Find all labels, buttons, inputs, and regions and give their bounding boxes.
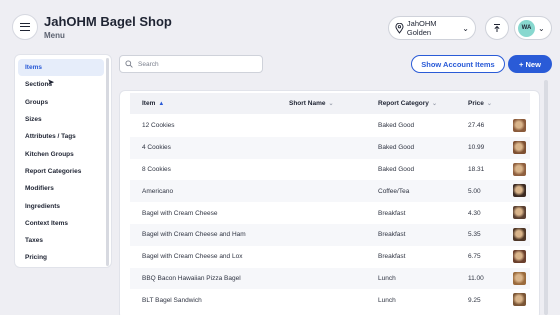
items-table: Item ▲ Short Name ⌄ Report Category ⌄ Pr… <box>119 90 540 315</box>
chevron-down-icon: ⌄ <box>538 23 545 33</box>
table-row[interactable]: Bagel with Cream Cheese and Lox Breakfas… <box>130 246 530 268</box>
chevron-down-icon: ⌄ <box>486 101 492 107</box>
item-thumbnail <box>513 184 526 198</box>
page-subtitle: Menu <box>44 31 65 40</box>
table-row[interactable]: BBQ Bacon Hawaiian Pizza Bagel Lunch 11.… <box>130 267 530 290</box>
item-thumbnail <box>513 249 526 263</box>
item-thumbnail <box>513 162 526 176</box>
sidebar-item-report-categories[interactable]: Report Categories <box>18 163 104 180</box>
table-header: Item ▲ Short Name ⌄ Report Category ⌄ Pr… <box>130 93 530 114</box>
item-thumbnail <box>513 271 526 285</box>
item-thumbnail <box>513 119 526 132</box>
chevron-down-icon: ⌄ <box>328 101 334 107</box>
item-thumbnail <box>513 293 526 307</box>
account-menu-button[interactable]: WA ⌄ <box>514 16 552 40</box>
avatar: WA <box>518 19 535 37</box>
location-select[interactable]: JahOHM Golden ⌄ <box>388 16 476 40</box>
sidebar-item-pricing[interactable]: Pricing <box>18 249 104 266</box>
item-thumbnail <box>513 228 526 241</box>
sidebar-item-taxes[interactable]: Taxes <box>18 232 104 249</box>
sidebar-item-sizes[interactable]: Sizes <box>18 111 104 128</box>
publish-button[interactable] <box>485 16 509 40</box>
page-scrollbar[interactable] <box>544 80 548 315</box>
hamburger-icon <box>20 23 30 31</box>
search-icon <box>125 60 133 68</box>
item-thumbnail <box>513 206 526 220</box>
column-header-report-category[interactable]: Report Category ⌄ <box>378 93 437 114</box>
chevron-down-icon: ⌄ <box>431 101 437 107</box>
table-row[interactable]: 12 Cookies Baked Good 27.46 <box>130 115 530 137</box>
sidebar-item-items[interactable]: Items <box>18 59 104 77</box>
chevron-down-icon: ⌄ <box>462 23 469 33</box>
sort-ascending-icon: ▲ <box>158 100 165 107</box>
sidebar-item-modifiers[interactable]: Modifiers <box>18 180 104 197</box>
item-thumbnail <box>513 140 526 154</box>
sidebar-item-groups[interactable]: Groups <box>18 94 104 111</box>
sidebar-item-ingredients[interactable]: Ingredients <box>18 197 104 214</box>
table-row[interactable]: BLT Bagel Sandwich Lunch 9.25 <box>130 289 530 311</box>
table-row[interactable]: Americano Coffee/Tea 5.00 <box>130 180 530 203</box>
new-item-button[interactable]: + New <box>508 55 552 73</box>
menu-button[interactable] <box>12 14 38 40</box>
search-input[interactable]: Search <box>119 55 263 73</box>
sidebar: Items Sections Groups Sizes Attributes /… <box>14 54 112 268</box>
sidebar-item-sections[interactable]: Sections <box>18 76 104 93</box>
table-row[interactable]: Bagel with Cream Cheese and Ham Breakfas… <box>130 224 530 246</box>
column-header-item[interactable]: Item ▲ <box>142 93 164 114</box>
show-account-items-button[interactable]: Show Account Items <box>411 55 505 73</box>
column-header-short-name[interactable]: Short Name ⌄ <box>289 93 334 114</box>
table-row[interactable]: 4 Cookies Baked Good 10.99 <box>130 136 530 159</box>
table-row[interactable]: 8 Cookies Baked Good 18.31 <box>130 159 530 181</box>
search-placeholder: Search <box>138 60 159 68</box>
app-title: JahOHM Bagel Shop <box>44 14 172 29</box>
table-row[interactable]: Bagel with Cream Cheese Breakfast 4.30 <box>130 202 530 224</box>
column-header-price[interactable]: Price ⌄ <box>468 93 492 114</box>
sidebar-item-context-items[interactable]: Context Items <box>18 215 104 232</box>
location-pin-icon <box>395 22 404 34</box>
sidebar-item-attributes-tags[interactable]: Attributes / Tags <box>18 128 104 145</box>
sidebar-item-kitchen-groups[interactable]: Kitchen Groups <box>18 145 104 162</box>
sidebar-scrollbar[interactable] <box>106 58 109 266</box>
location-label: JahOHM Golden <box>406 19 437 37</box>
mouse-cursor-icon: ➤ <box>47 77 55 87</box>
upload-icon <box>494 24 500 32</box>
